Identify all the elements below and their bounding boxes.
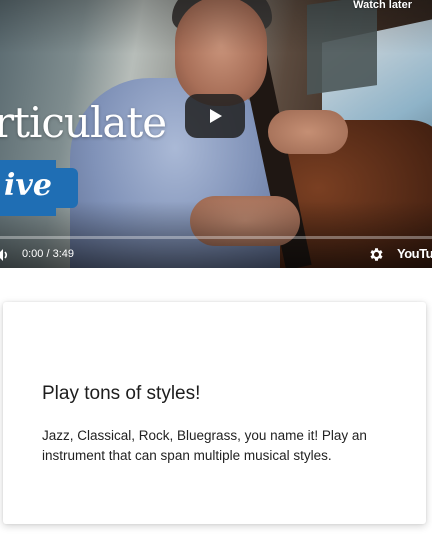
youtube-logo[interactable]: YouTub bbox=[397, 246, 432, 261]
video-brand-title: rticulate bbox=[0, 98, 167, 147]
volume-icon[interactable] bbox=[0, 247, 10, 263]
feature-card: Play tons of styles! Jazz, Classical, Ro… bbox=[3, 302, 426, 524]
video-player[interactable]: Watch later rticulate ive 0:00 / 3:49 Yo… bbox=[0, 0, 432, 268]
card-title: Play tons of styles! bbox=[42, 383, 201, 404]
watch-later-button[interactable]: Watch later bbox=[353, 0, 412, 11]
play-icon bbox=[210, 109, 222, 123]
gear-icon[interactable] bbox=[368, 246, 385, 263]
video-live-badge-tail bbox=[56, 168, 78, 208]
video-progress-bar[interactable] bbox=[0, 236, 432, 239]
video-live-badge: ive bbox=[0, 160, 56, 216]
video-controls: 0:00 / 3:49 YouTub bbox=[0, 244, 432, 266]
video-time-display: 0:00 / 3:49 bbox=[22, 248, 74, 260]
play-button[interactable] bbox=[185, 94, 245, 138]
card-body: Jazz, Classical, Rock, Bluegrass, you na… bbox=[42, 428, 367, 463]
